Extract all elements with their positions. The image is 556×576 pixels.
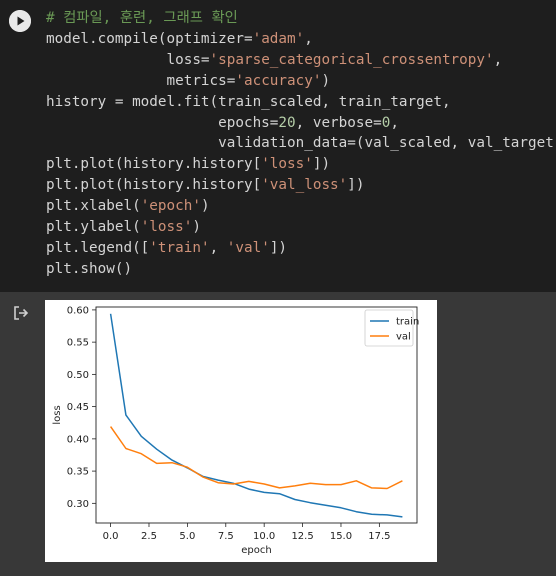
run-cell-button[interactable]	[9, 10, 31, 32]
code-token: 'loss'	[261, 156, 313, 173]
code-token: )	[200, 198, 210, 215]
code-token: ])	[312, 156, 331, 173]
code-token: plt.legend([	[46, 239, 150, 256]
play-icon	[9, 10, 31, 32]
x-tick-label: 17.5	[368, 531, 390, 542]
code-token: plt.show()	[46, 260, 133, 277]
code-token: plt.plot(history.history[	[46, 156, 262, 173]
code-token: epochs=	[46, 114, 279, 131]
y-tick-label: 0.40	[67, 434, 89, 445]
code-token: ,	[304, 30, 313, 47]
code-token: 'adam'	[252, 30, 305, 47]
legend-label-val: val	[396, 332, 411, 343]
output-area: 0.0 2.5 5.0 7.5 10.0 12.5 15.0 17.5 0.30 0.35 0.40…	[0, 292, 556, 576]
code-token: )	[192, 219, 201, 236]
code-line: plt.legend(['train', 'val'])	[46, 238, 556, 259]
code-line: plt.ylabel('loss')	[46, 217, 556, 238]
code-token: history = model.fit(train_scaled, train_…	[46, 93, 451, 110]
code-token: 'val'	[226, 239, 270, 256]
code-token: plt.ylabel(	[46, 219, 141, 236]
y-tick-label: 0.60	[67, 305, 89, 316]
code-line: plt.plot(history.history['loss'])	[46, 154, 556, 175]
code-line: plt.plot(history.history['val_loss'])	[46, 175, 556, 196]
code-line: validation_data=(val_scaled, val_target)…	[46, 133, 556, 154]
code-editor[interactable]: # 컴파일, 훈련, 그래프 확인 model.compile(optimizer…	[46, 8, 556, 280]
code-token: , verbose=	[295, 114, 382, 131]
code-line: model.compile(optimizer='adam',	[46, 29, 556, 50]
code-cell[interactable]: # 컴파일, 훈련, 그래프 확인 model.compile(optimizer…	[0, 0, 556, 292]
x-tick-label: 0.0	[103, 531, 119, 542]
y-tick-label: 0.45	[67, 402, 89, 413]
y-tick-label: 0.30	[67, 499, 89, 510]
loss-chart: 0.0 2.5 5.0 7.5 10.0 12.5 15.0 17.5 0.30 0.35 0.40…	[45, 300, 437, 562]
x-axis-label: epoch	[241, 545, 271, 556]
code-token: ])	[269, 239, 288, 256]
x-tick-label: 5.0	[179, 531, 195, 542]
output-redirect-icon[interactable]	[12, 304, 30, 326]
code-line: plt.xlabel('epoch')	[46, 196, 556, 217]
code-line: metrics='accuracy')	[46, 71, 556, 92]
code-token: 'train'	[149, 239, 210, 256]
x-tick-label: 7.5	[218, 531, 234, 542]
code-token: ,	[493, 51, 503, 68]
x-tick-label: 10.0	[253, 531, 275, 542]
code-token: 'loss'	[140, 219, 193, 236]
legend-label-train: train	[396, 317, 419, 328]
code-token: ])	[347, 177, 365, 194]
code-line: epochs=20, verbose=0,	[46, 113, 556, 134]
code-token: # 컴파일, 훈련, 그래프 확인	[46, 10, 238, 26]
code-token: plt.plot(history.history[	[46, 177, 262, 194]
x-tick-label: 2.5	[141, 531, 157, 542]
code-token: ,	[209, 239, 227, 256]
y-tick-label: 0.55	[67, 338, 89, 349]
code-line: loss='sparse_categorical_crossentropy',	[46, 50, 556, 71]
loss-chart-svg: 0.0 2.5 5.0 7.5 10.0 12.5 15.0 17.5 0.30 0.35 0.40…	[52, 305, 419, 556]
code-token: )	[321, 72, 331, 89]
code-token: model.compile(optimizer=	[46, 30, 253, 47]
code-token: ,	[390, 114, 399, 131]
y-tick-label: 0.50	[67, 370, 89, 381]
code-token: 20	[278, 114, 296, 131]
code-token: 'accuracy'	[235, 72, 322, 89]
code-token: 'sparse_categorical_crossentropy'	[209, 51, 494, 68]
code-token: plt.xlabel(	[46, 198, 141, 215]
code-token: 'epoch'	[140, 198, 201, 215]
code-line: plt.show()	[46, 259, 556, 280]
y-tick-label: 0.35	[67, 467, 89, 478]
code-line: history = model.fit(train_scaled, train_…	[46, 92, 556, 113]
x-tick-label: 12.5	[291, 531, 313, 542]
code-token: 'val_loss'	[261, 177, 348, 194]
code-token: loss=	[46, 51, 210, 68]
x-tick-label: 15.0	[330, 531, 352, 542]
code-token: metrics=	[46, 72, 236, 89]
code-token: validation_data=(val_scaled, val_target)…	[46, 135, 556, 152]
code-line: # 컴파일, 훈련, 그래프 확인	[46, 8, 556, 29]
y-axis-label: loss	[52, 405, 63, 424]
